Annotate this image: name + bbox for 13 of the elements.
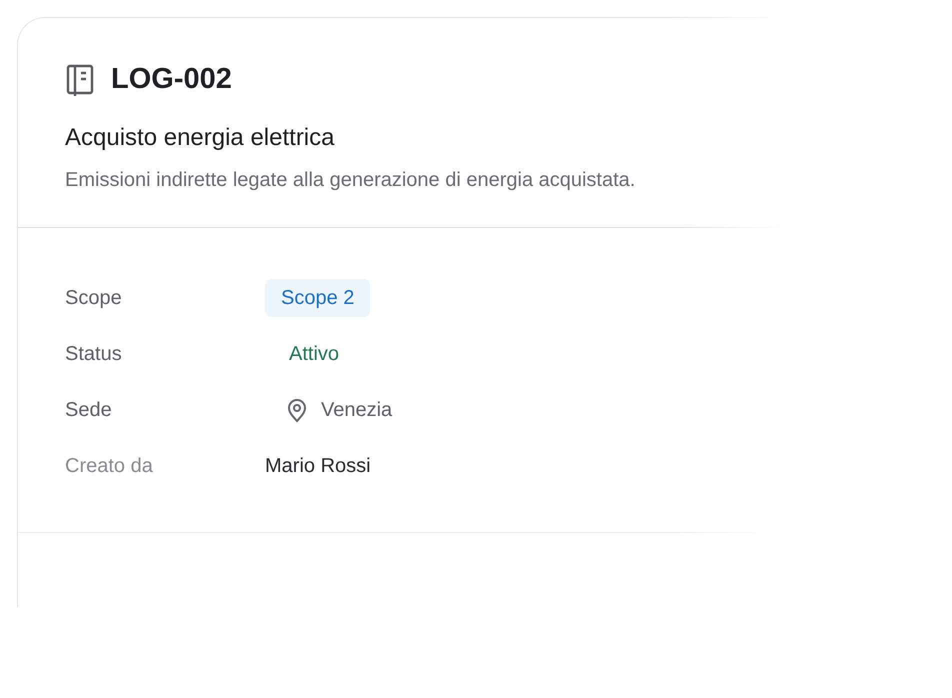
location-text: Venezia [321, 398, 392, 422]
log-code: LOG-002 [111, 62, 232, 97]
field-label: Creato da [65, 454, 154, 478]
card-title: Acquisto energia elettrica [65, 122, 336, 152]
field-label: Sede [65, 398, 113, 422]
field-label: Scope [65, 286, 123, 310]
field-label: Status [65, 342, 123, 366]
notebook-icon [65, 62, 95, 97]
field-value: Mario Rossi [265, 454, 371, 478]
status-text: Attivo [288, 342, 340, 366]
scope-badge: Scope 2 [265, 278, 370, 316]
card-description: Emissioni indirette legate alla generazione di energia acquistata. [65, 168, 636, 192]
location-pin-icon [285, 396, 309, 422]
